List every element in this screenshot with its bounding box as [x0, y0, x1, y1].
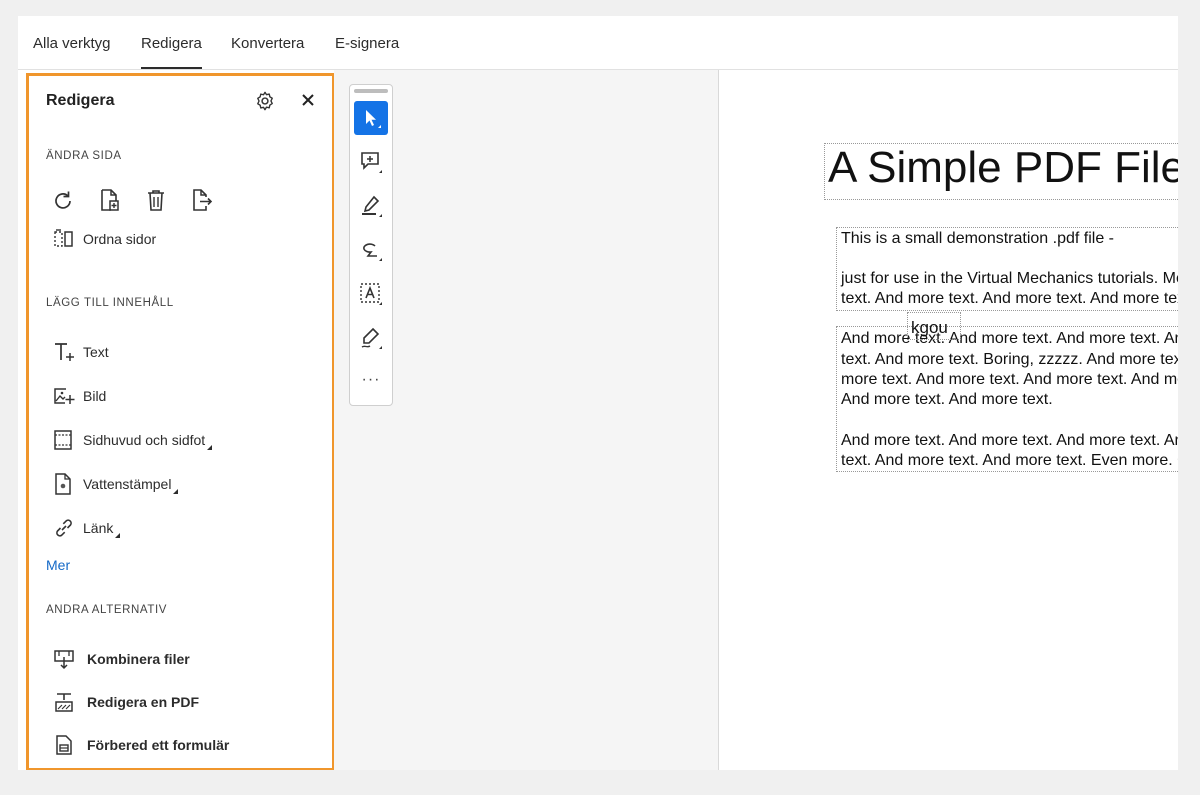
combine-files-button[interactable]: Kombinera filer	[53, 646, 190, 672]
header-footer-button[interactable]: Sidhuvud och sidfot	[53, 427, 213, 453]
add-text-button[interactable]: Text	[53, 339, 109, 365]
edit-pdf-label: Redigera en PDF	[87, 694, 200, 710]
text-select-button[interactable]	[354, 277, 388, 311]
watermark-icon	[55, 473, 71, 495]
add-image-button[interactable]: Bild	[53, 383, 106, 409]
section-lagg-till: LÄGG TILL INNEHÅLL	[46, 297, 174, 309]
header-footer-icon	[54, 430, 72, 450]
submenu-indicator-icon	[173, 488, 179, 494]
prepare-form-label: Förbered ett formulär	[87, 737, 230, 753]
watermark-label: Vattenstämpel	[83, 476, 172, 492]
link-button[interactable]: Länk	[53, 515, 121, 541]
overlay-text[interactable]: kgou	[911, 318, 948, 338]
add-text-icon	[55, 343, 74, 361]
paragraph-2-line-3: more text. And more text. And more text.…	[841, 371, 1178, 388]
paragraph-2-line-2: text. And more text. Boring, zzzzz. And …	[841, 351, 1178, 368]
paragraph-1-line-1: This is a small demonstration .pdf file …	[841, 230, 1114, 247]
link-icon	[56, 519, 72, 537]
draw-button[interactable]	[354, 233, 388, 267]
paragraph-1-line-2: just for use in the Virtual Mechanics tu…	[841, 270, 1178, 287]
submenu-indicator-icon	[115, 532, 121, 538]
tab-alla-verktyg[interactable]: Alla verktyg	[33, 16, 111, 69]
tab-konvertera[interactable]: Konvertera	[231, 16, 304, 69]
add-comment-button[interactable]	[354, 145, 388, 179]
delete-icon[interactable]	[145, 188, 167, 212]
tab-redigera[interactable]: Redigera	[141, 16, 202, 69]
paragraph-1-line-3: text. And more text. And more text. And …	[841, 290, 1178, 307]
link-label: Länk	[83, 520, 114, 536]
add-comment-icon	[361, 152, 382, 173]
tab-e-signera[interactable]: E-signera	[335, 16, 399, 69]
select-icon	[366, 110, 381, 128]
highlight-icon	[362, 195, 382, 217]
paragraph-2-line-4: And more text. And more text.	[841, 391, 1053, 408]
sign-icon	[361, 327, 382, 349]
section-andra-sida: ÄNDRA SIDA	[46, 150, 122, 162]
prepare-form-button[interactable]: Förbered ett formulär	[53, 732, 229, 758]
highlight-button[interactable]	[354, 189, 388, 223]
organize-pages-icon	[54, 229, 73, 247]
paragraph-2-line-1: And more text. And more text. And more t…	[841, 330, 1178, 347]
paragraph-2-line-6: text. And more text. And more text. Even…	[841, 452, 1178, 469]
quick-tools-toolbar: ···	[349, 84, 393, 406]
paragraph-2-line-5: And more text. And more text. And more t…	[841, 432, 1178, 449]
edit-pdf-button[interactable]: Redigera en PDF	[53, 689, 199, 715]
watermark-button[interactable]: Vattenstämpel	[53, 471, 179, 497]
settings-gear-icon[interactable]	[254, 90, 276, 112]
add-text-label: Text	[83, 344, 109, 360]
sign-button[interactable]	[354, 321, 388, 355]
header-footer-label: Sidhuvud och sidfot	[83, 432, 206, 448]
more-tools-button[interactable]: ···	[354, 371, 388, 389]
organize-pages-button[interactable]: Ordna sidor	[53, 226, 156, 252]
toolbar-grip[interactable]	[354, 89, 388, 93]
document-title[interactable]: A Simple PDF File	[828, 143, 1178, 193]
draw-icon	[363, 243, 382, 261]
text-select-icon	[360, 283, 382, 305]
edit-panel: Redigera ÄNDRA SIDA Ordna sidor LÄGG TIL…	[26, 73, 335, 770]
combine-files-icon	[54, 650, 74, 670]
select-tool-button[interactable]	[354, 101, 388, 135]
edit-pdf-icon	[55, 693, 73, 712]
top-tab-bar: Alla verktyg Redigera Konvertera E-signe…	[18, 16, 1178, 70]
extract-page-icon[interactable]	[191, 188, 213, 212]
submenu-indicator-icon	[207, 444, 213, 450]
prepare-form-icon	[56, 735, 72, 755]
close-icon[interactable]	[298, 90, 318, 110]
app-window: Alla verktyg Redigera Konvertera E-signe…	[18, 16, 1178, 770]
insert-page-icon[interactable]	[99, 188, 121, 212]
more-link[interactable]: Mer	[46, 557, 70, 573]
rotate-icon[interactable]	[53, 188, 75, 212]
combine-files-label: Kombinera filer	[87, 651, 190, 667]
add-image-label: Bild	[83, 388, 107, 404]
organize-pages-label: Ordna sidor	[83, 231, 157, 247]
section-andra-alternativ: ANDRA ALTERNATIV	[46, 604, 168, 616]
add-image-icon	[54, 388, 75, 404]
panel-title: Redigera	[46, 92, 115, 109]
